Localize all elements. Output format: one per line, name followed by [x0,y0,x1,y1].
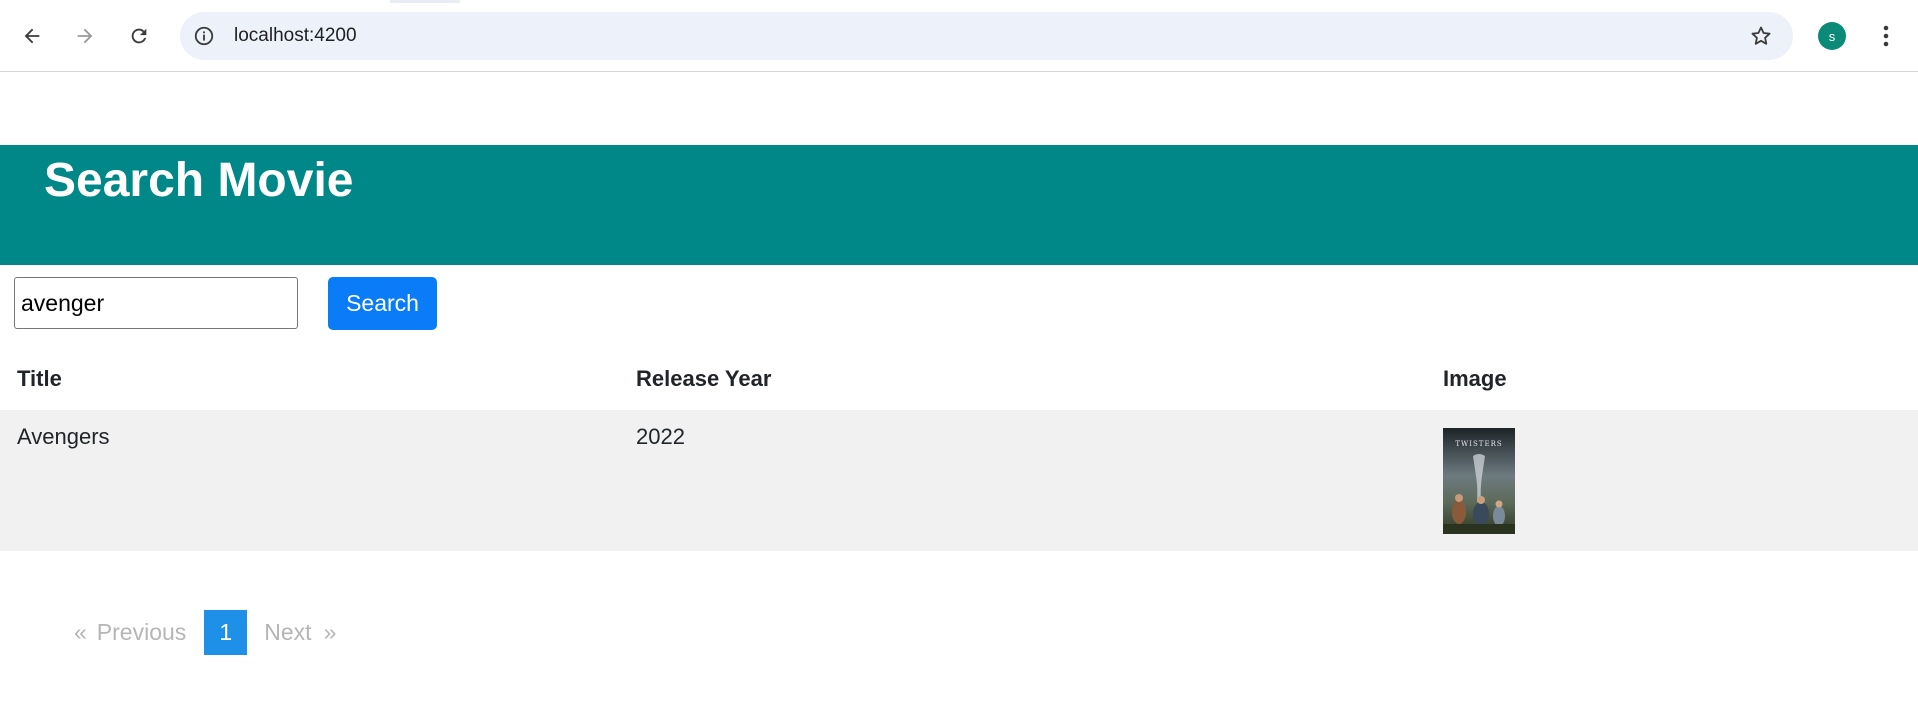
back-icon [24,28,40,44]
column-header-release-year: Release Year [636,366,772,391]
next-button[interactable]: Next [247,619,323,646]
header-banner: Search Movie [0,145,1918,265]
url-text[interactable]: localhost:4200 [234,24,357,48]
back-button[interactable] [14,18,50,54]
movie-poster-image: TWISTERS [1443,428,1515,534]
address-bar[interactable]: localhost:4200 [180,12,1793,60]
column-header-image: Image [1443,366,1507,391]
reload-button[interactable] [121,18,157,54]
poster-title: TWISTERS [1455,440,1502,448]
column-header-title: Title [17,366,62,391]
movie-title-cell: Avengers [17,424,110,449]
search-button[interactable]: Search [328,277,437,330]
star-icon[interactable] [1749,24,1773,48]
table-header-row: Title Release Year Image [0,348,1918,410]
previous-chevron[interactable]: « [62,619,97,646]
results-table: Title Release Year Image Avengers 2022 T… [0,348,1918,551]
next-chevron[interactable]: » [324,619,337,646]
image-cell: TWISTERS [1426,410,1918,551]
previous-button[interactable]: Previous [97,619,204,646]
info-icon[interactable] [193,25,215,47]
profile-avatar[interactable]: s [1818,22,1846,50]
tab-indicator [390,0,460,3]
release-year-cell: 2022 [636,424,685,449]
reload-icon [131,28,147,44]
page-title: Search Movie [44,154,354,207]
page-1-button[interactable]: 1 [204,610,248,655]
forward-icon [77,28,93,44]
pagination: « Previous 1 Next » [62,610,336,655]
browser-toolbar: localhost:4200 s [0,0,1918,72]
search-input[interactable] [14,277,298,329]
more-vert-icon[interactable] [1874,22,1898,50]
forward-button[interactable] [67,18,103,54]
table-row: Avengers 2022 TWISTERS [0,410,1918,551]
